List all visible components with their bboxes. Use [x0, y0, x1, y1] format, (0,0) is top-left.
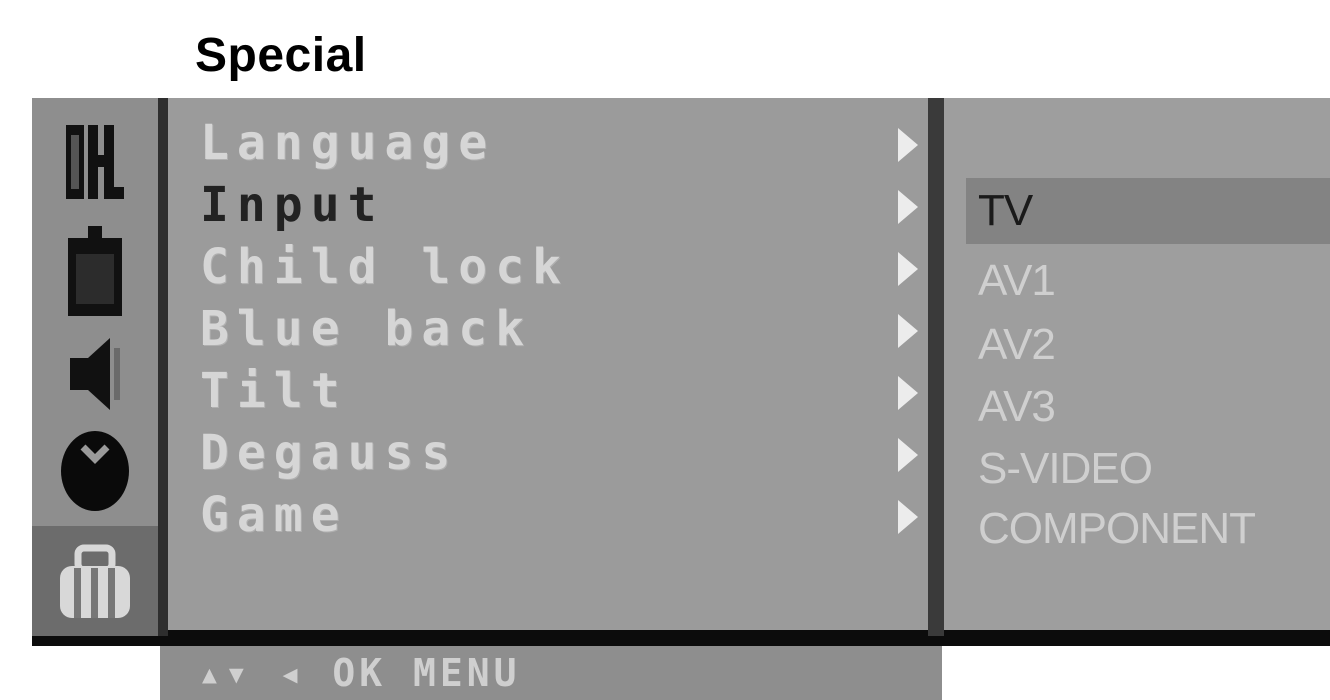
- input-submenu: TV AV1 AV2 AV3 S-VIDEO COMPONENT: [944, 98, 1330, 630]
- arrow-right-icon: [898, 252, 918, 286]
- arrow-right-icon: [898, 128, 918, 162]
- special-menu: Language Input Child lock Blue back Tilt…: [168, 98, 928, 630]
- time-icon[interactable]: [32, 418, 158, 518]
- special-icon[interactable]: [32, 526, 158, 636]
- menu-item-child-lock[interactable]: Child lock: [200, 236, 920, 298]
- arrow-right-icon: [898, 190, 918, 224]
- input-option-s-video[interactable]: S-VIDEO: [966, 436, 1330, 502]
- sidebar-divider: [158, 98, 168, 636]
- menu-item-blue-back[interactable]: Blue back: [200, 298, 920, 360]
- picture-icon[interactable]: [32, 222, 158, 322]
- arrow-right-icon: [898, 376, 918, 410]
- navigation-hint: ▴▾ ◂ OK MENU: [160, 646, 942, 700]
- arrow-right-icon: [898, 438, 918, 472]
- input-option-tv[interactable]: TV: [966, 178, 1330, 244]
- menu-item-label: Language: [200, 115, 496, 171]
- arrow-right-icon: [898, 500, 918, 534]
- input-option-av1[interactable]: AV1: [966, 248, 1330, 314]
- menu-item-label: Degauss: [200, 425, 459, 481]
- menu-item-label: Tilt: [200, 363, 348, 419]
- menu-item-game[interactable]: Game: [200, 484, 920, 546]
- submenu-divider: [928, 98, 944, 636]
- menu-item-degauss[interactable]: Degauss: [200, 422, 920, 484]
- menu-item-language[interactable]: Language: [200, 112, 920, 174]
- menu-item-label: Game: [200, 487, 348, 543]
- channel-icon[interactable]: [32, 112, 158, 212]
- icon-sidebar: [32, 98, 158, 636]
- sound-icon[interactable]: [32, 328, 158, 418]
- menu-item-label: Blue back: [200, 301, 533, 357]
- arrow-right-icon: [898, 314, 918, 348]
- menu-item-input[interactable]: Input: [200, 174, 920, 236]
- menu-item-label: Child lock: [200, 239, 569, 295]
- menu-item-tilt[interactable]: Tilt: [200, 360, 920, 422]
- page-title: Special: [195, 29, 367, 82]
- input-option-av2[interactable]: AV2: [966, 312, 1330, 378]
- menu-item-label: Input: [200, 177, 385, 233]
- input-option-component[interactable]: COMPONENT: [966, 496, 1330, 562]
- input-option-av3[interactable]: AV3: [966, 374, 1330, 440]
